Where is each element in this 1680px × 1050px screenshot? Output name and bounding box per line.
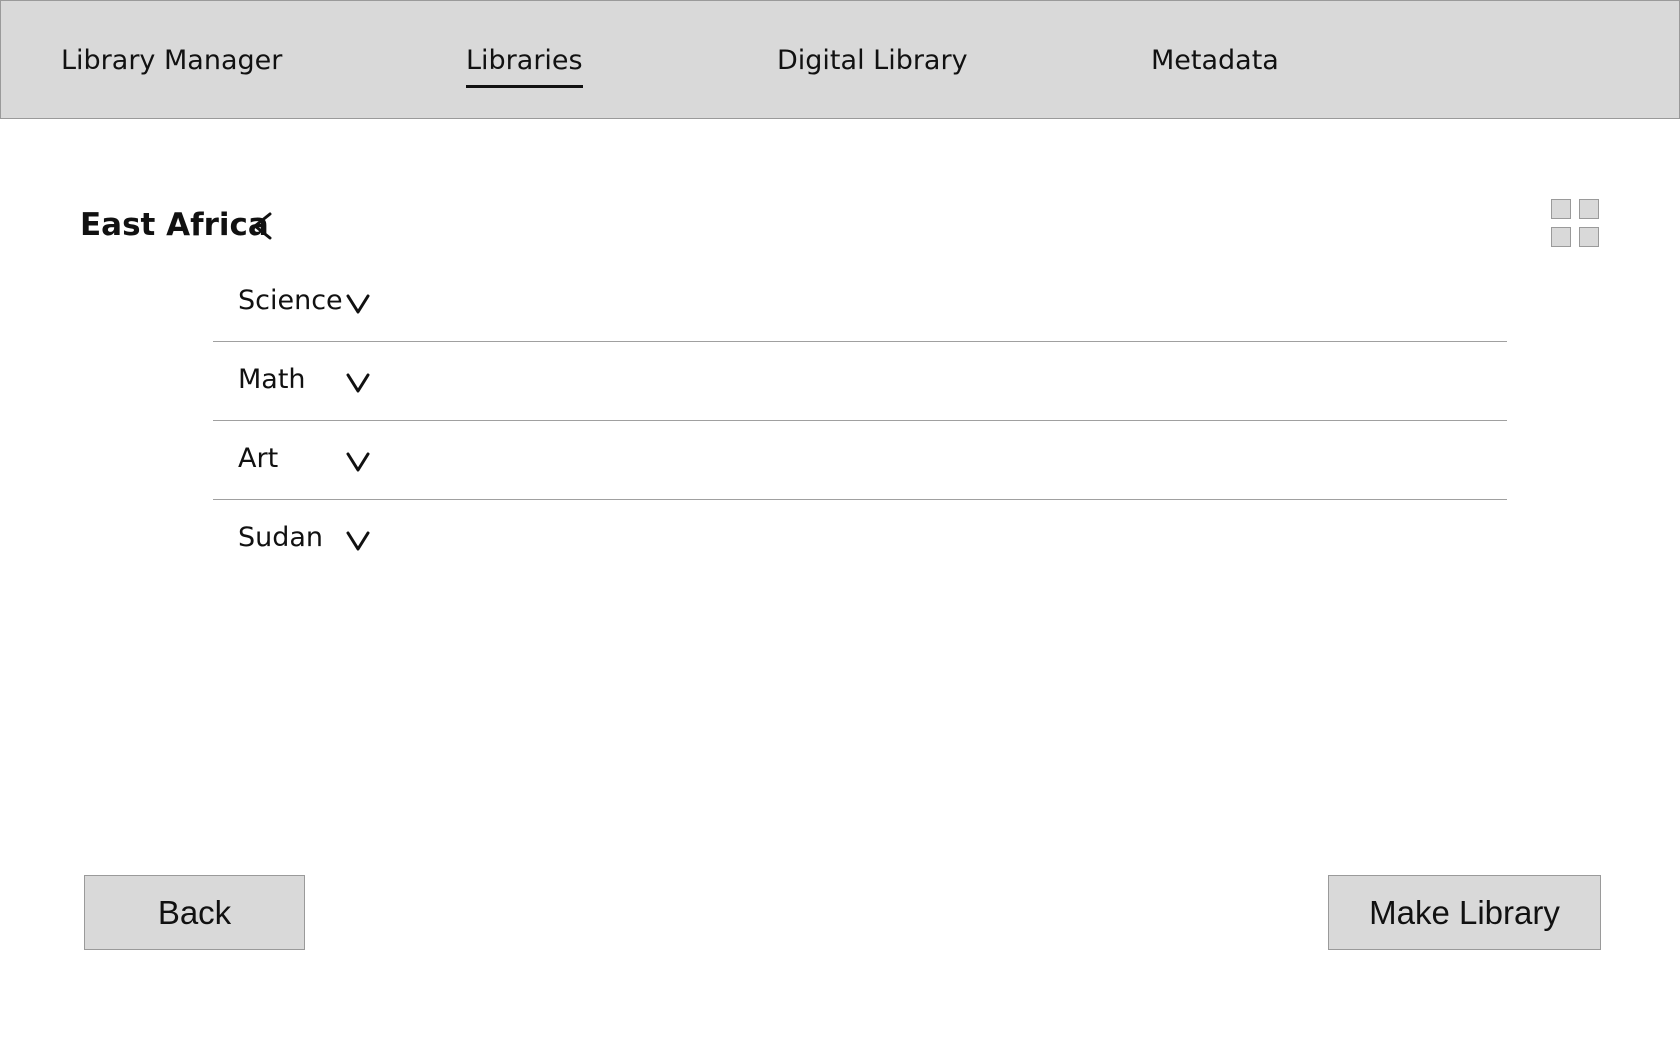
chevron-down-icon[interactable]: [345, 451, 371, 473]
grid-cell: [1551, 227, 1571, 247]
grid-cell: [1579, 227, 1599, 247]
back-button[interactable]: Back: [84, 875, 305, 950]
library-category-list: Science Math Art Sudan: [213, 263, 1507, 579]
nav-tab-libraries[interactable]: Libraries: [466, 43, 583, 88]
make-library-button[interactable]: Make Library: [1328, 875, 1601, 950]
chevron-down-icon[interactable]: [345, 372, 371, 394]
top-nav-bar: Library Manager Libraries Digital Librar…: [0, 0, 1680, 119]
chevron-left-icon[interactable]: [250, 209, 276, 243]
list-item-math[interactable]: Math: [213, 342, 1507, 421]
nav-tab-metadata[interactable]: Metadata: [1151, 43, 1279, 79]
chevron-down-icon[interactable]: [345, 530, 371, 552]
grid-view-icon[interactable]: [1551, 199, 1602, 249]
list-item-label: Math: [238, 364, 306, 395]
list-item-label: Science: [238, 285, 343, 316]
list-item-label: Art: [238, 443, 279, 474]
list-item-art[interactable]: Art: [213, 421, 1507, 500]
grid-cell: [1551, 199, 1571, 219]
list-item-science[interactable]: Science: [213, 263, 1507, 342]
list-item-sudan[interactable]: Sudan: [213, 500, 1507, 579]
nav-library-manager[interactable]: Library Manager: [61, 43, 282, 79]
grid-cell: [1579, 199, 1599, 219]
nav-tab-digital-library[interactable]: Digital Library: [777, 43, 968, 79]
chevron-down-icon[interactable]: [345, 293, 371, 315]
list-item-label: Sudan: [238, 522, 324, 553]
section-title: East Africa: [80, 207, 269, 243]
